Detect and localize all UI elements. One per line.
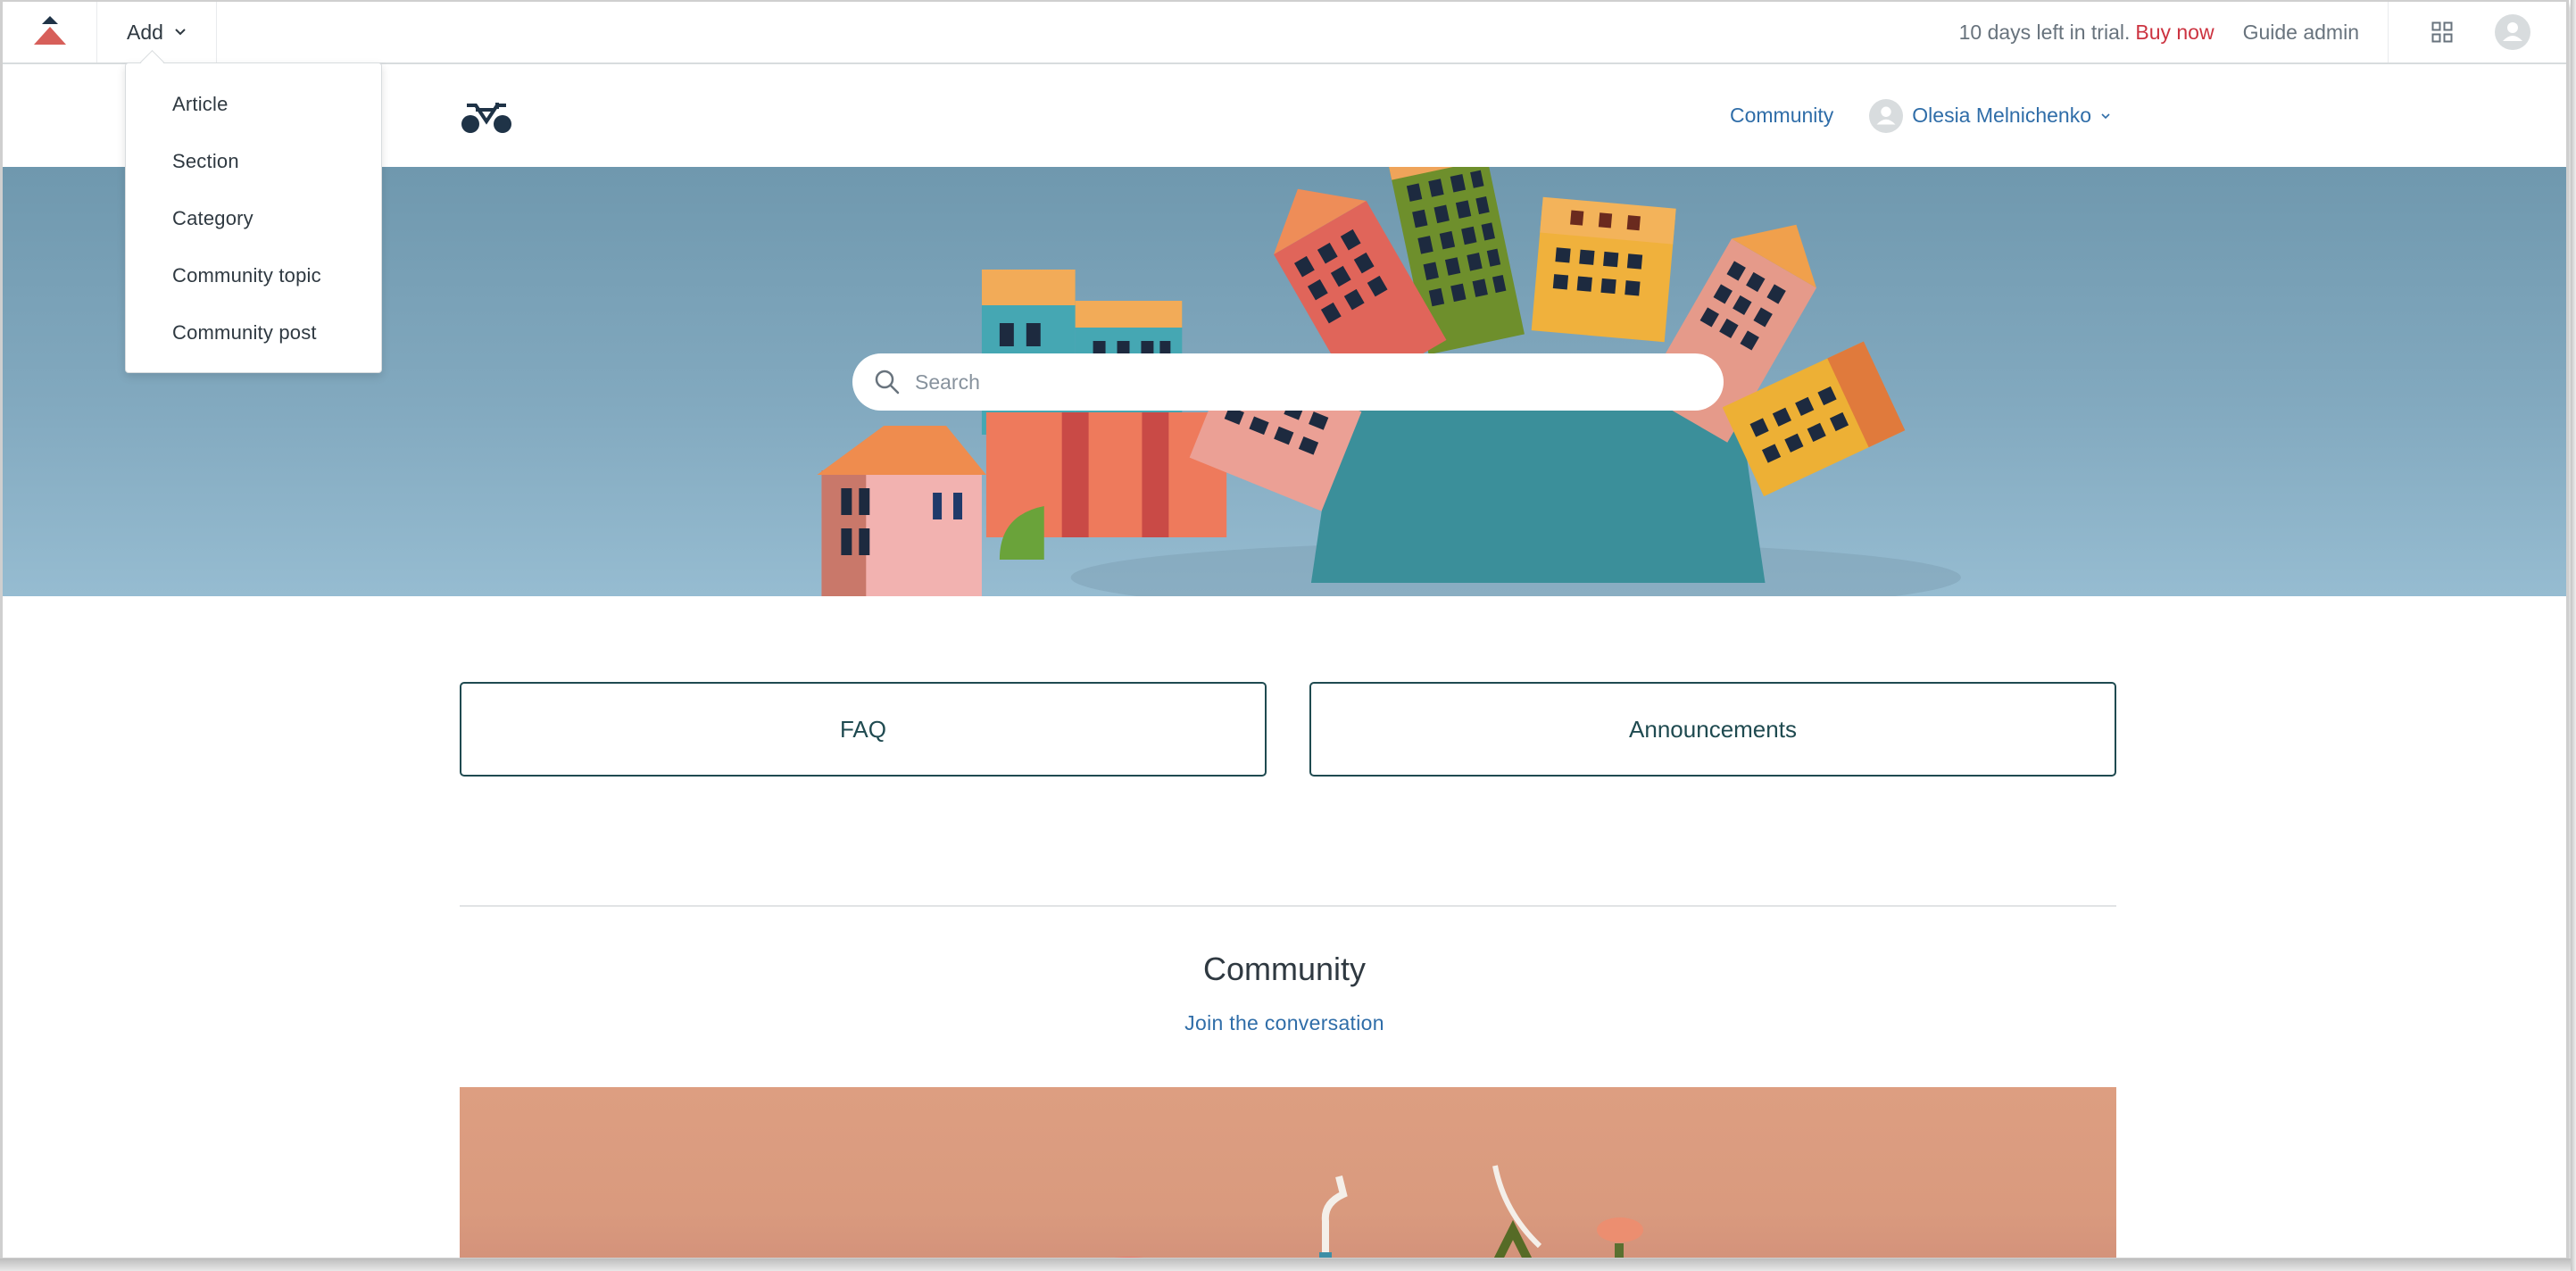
menu-item-article[interactable]: Article bbox=[126, 76, 381, 133]
hero-banner bbox=[3, 167, 2566, 596]
join-conversation-link-text[interactable]: Join the conversation bbox=[1184, 1011, 1384, 1034]
menu-item-community-topic[interactable]: Community topic bbox=[126, 247, 381, 304]
window-bottom-shadow bbox=[0, 1259, 2576, 1271]
header-nav: Community Olesia Melnichenko bbox=[1730, 64, 2111, 167]
buy-now-link[interactable]: Buy now bbox=[2135, 21, 2214, 44]
join-conversation-link: Join the conversation bbox=[3, 1011, 2566, 1035]
user-avatar bbox=[1869, 98, 1904, 133]
guide-logo-button[interactable] bbox=[3, 2, 97, 62]
add-menu-button[interactable]: Add bbox=[97, 2, 217, 62]
community-heading: Community bbox=[1202, 951, 1367, 987]
category-blocks: FAQ Announcements bbox=[460, 682, 2116, 777]
guide-admin-link[interactable]: Guide admin bbox=[2243, 21, 2359, 45]
search-bar[interactable] bbox=[852, 353, 1724, 411]
bicycles-illustration bbox=[1114, 1165, 1643, 1258]
user-menu[interactable]: Olesia Melnichenko bbox=[1869, 98, 2111, 133]
avatar bbox=[2495, 14, 2530, 50]
community-banner-image[interactable] bbox=[460, 1087, 2116, 1258]
search-icon bbox=[875, 370, 900, 395]
grid-icon bbox=[2431, 21, 2452, 43]
menu-item-section[interactable]: Section bbox=[126, 133, 381, 190]
chevron-down-icon bbox=[2101, 112, 2110, 119]
announcements-block-link[interactable]: Announcements bbox=[1309, 682, 2116, 777]
user-avatar-icon bbox=[2503, 22, 2522, 41]
bicycle-logo-icon[interactable] bbox=[460, 100, 513, 136]
trial-text: 10 days left in trial. bbox=[1958, 20, 2131, 44]
faq-block-link[interactable]: FAQ bbox=[460, 682, 1267, 777]
add-dropdown-menu: Article Section Category Community topic… bbox=[125, 62, 382, 373]
admin-bar: Add 10 days left in trial. Buy now Guide … bbox=[3, 2, 2566, 64]
zendesk-guide-logo-icon bbox=[33, 16, 66, 45]
user-avatar-icon bbox=[1876, 106, 1896, 124]
add-label: Add bbox=[127, 20, 163, 44]
search-input[interactable] bbox=[915, 370, 1683, 395]
menu-item-community-post[interactable]: Community post bbox=[126, 304, 381, 361]
menu-item-category[interactable]: Category bbox=[126, 190, 381, 247]
browser-page: Add 10 days left in trial. Buy now Guide … bbox=[0, 0, 2569, 1260]
window-right-shadow bbox=[2571, 0, 2576, 1271]
section-divider bbox=[460, 905, 2116, 907]
user-name: Olesia Melnichenko bbox=[1912, 104, 2091, 127]
admin-user-menu[interactable] bbox=[2495, 2, 2566, 62]
product-tray-button[interactable] bbox=[2388, 2, 2495, 62]
nav-community-link[interactable]: Community bbox=[1730, 104, 1833, 128]
site-header: Community Olesia Melnichenko bbox=[3, 64, 2566, 167]
chevron-down-icon bbox=[175, 29, 186, 36]
trial-status: 10 days left in trial. Buy now bbox=[1959, 21, 2215, 45]
